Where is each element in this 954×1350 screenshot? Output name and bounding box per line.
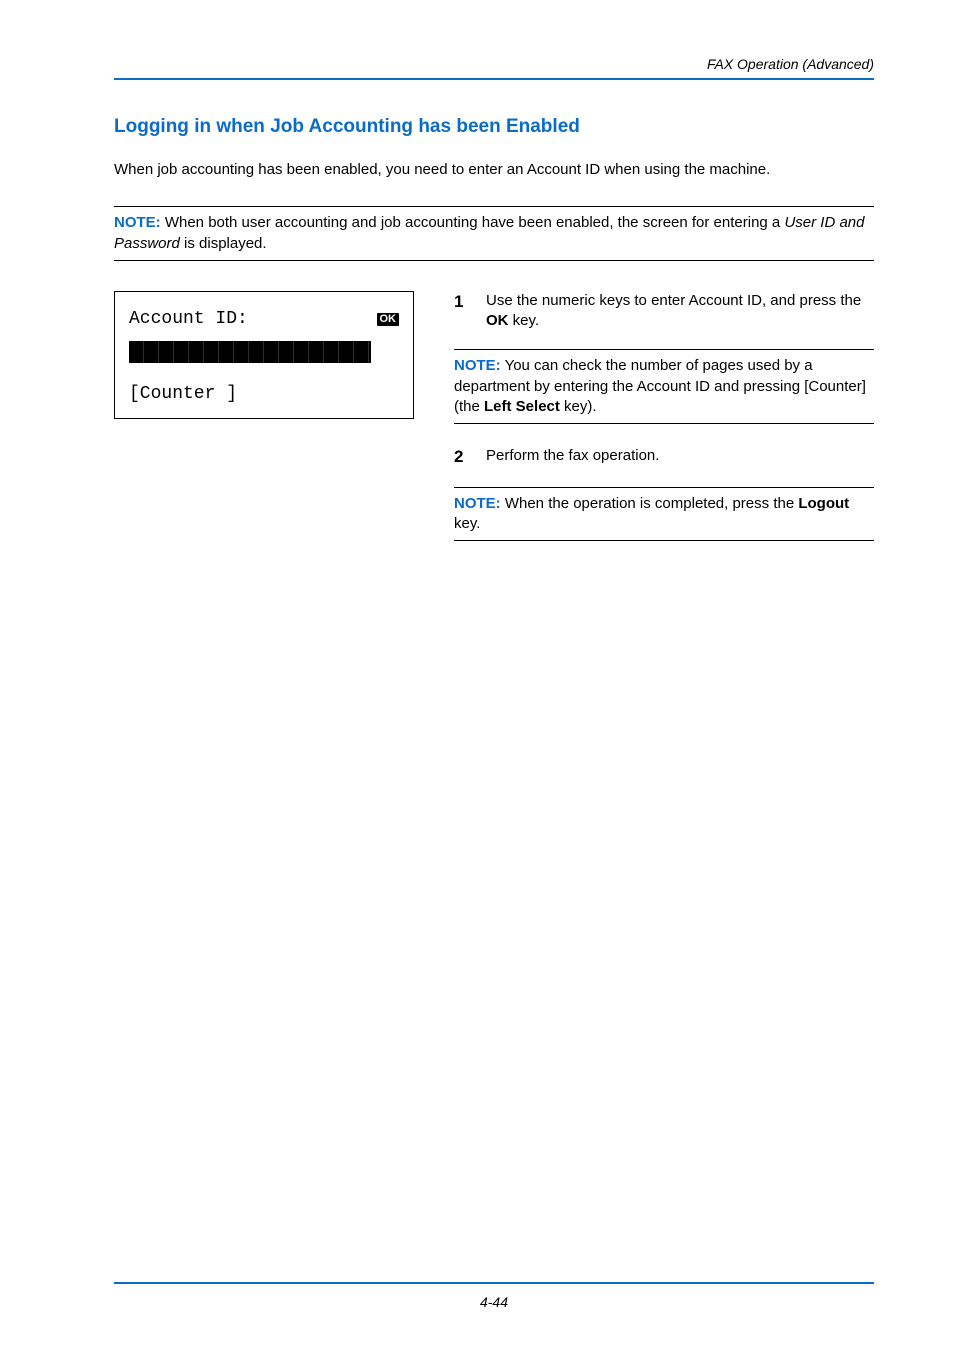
lcd-input-bar [129, 341, 371, 363]
note-block-mid: NOTE: You can check the number of pages … [454, 349, 874, 424]
rule [454, 540, 874, 541]
step-2: 2 Perform the fax operation. [454, 446, 874, 469]
step-text: Use the numeric keys to enter Account ID… [486, 292, 861, 309]
page-footer: 4-44 [114, 1282, 874, 1310]
note-text: When both user accounting and job accoun… [161, 214, 785, 231]
note-text: When the operation is completed, press t… [501, 495, 799, 512]
lcd-line3: [Counter ] [129, 381, 399, 408]
footer-rule [114, 1282, 874, 1284]
note-text-b: key). [560, 398, 597, 415]
step-text: Perform the fax operation. [486, 446, 874, 469]
step-bold: OK [486, 312, 509, 329]
running-header: FAX Operation (Advanced) [114, 56, 874, 80]
note-block-bottom: NOTE: When the operation is completed, p… [454, 487, 874, 542]
note-after: is displayed. [180, 235, 267, 252]
step-number: 1 [454, 291, 470, 332]
ok-badge-icon: OK [377, 313, 400, 326]
lcd-line1: Account ID: [129, 306, 248, 333]
page-number: 4-44 [114, 1294, 874, 1310]
note-block-top: NOTE: When both user accounting and job … [114, 206, 874, 261]
note-label: NOTE: [454, 357, 501, 374]
rule [114, 260, 874, 261]
step-1: 1 Use the numeric keys to enter Account … [454, 291, 874, 332]
section-heading: Logging in when Job Accounting has been … [114, 116, 874, 138]
intro-paragraph: When job accounting has been enabled, yo… [114, 160, 874, 180]
note-label: NOTE: [114, 214, 161, 231]
step-text-after: key. [509, 312, 540, 329]
step-number: 2 [454, 446, 470, 469]
note-bold: Left Select [484, 398, 560, 415]
note-text-b: key. [454, 515, 480, 532]
rule [454, 423, 874, 424]
note-bold: Logout [798, 495, 849, 512]
note-label: NOTE: [454, 495, 501, 512]
lcd-screen: Account ID: OK [Counter ] [114, 291, 414, 419]
